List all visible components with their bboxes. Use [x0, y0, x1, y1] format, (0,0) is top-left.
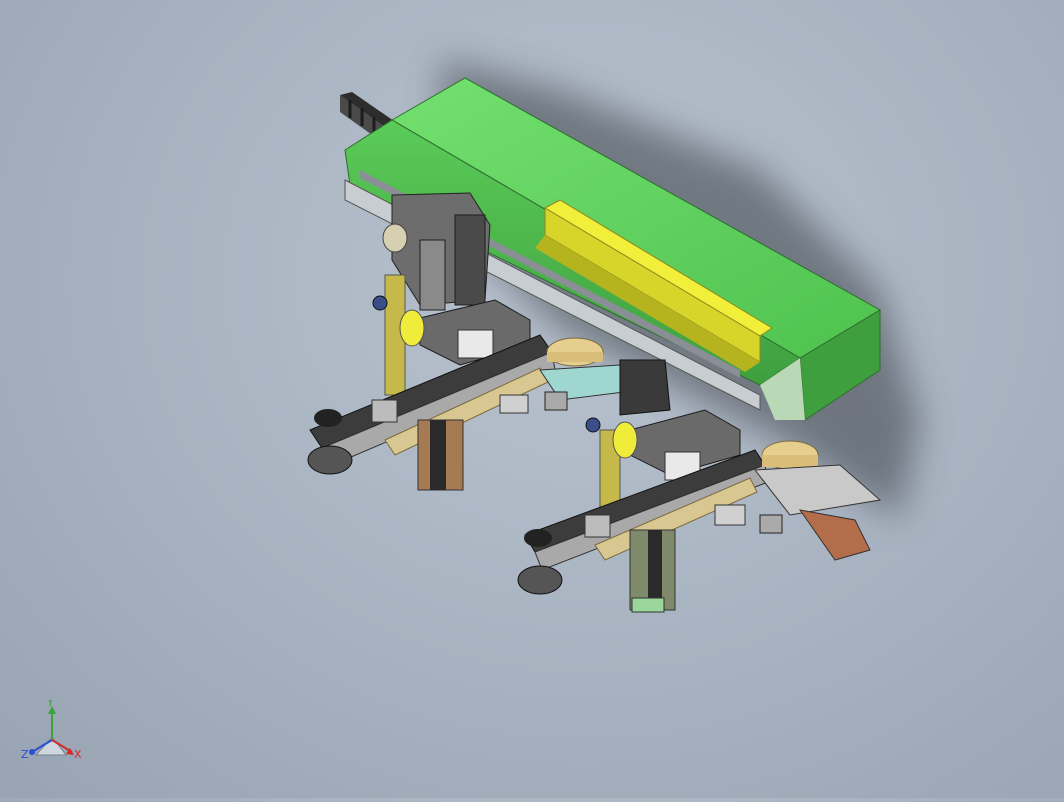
orientation-triad: Y Z X	[18, 696, 88, 770]
assembly-model[interactable]	[0, 0, 1064, 798]
triad-graphic: Y Z X	[21, 696, 82, 761]
cad-viewport[interactable]	[0, 0, 1064, 798]
z-axis-label: Z	[21, 748, 29, 761]
x-axis-label: X	[74, 748, 82, 761]
y-axis-label: Y	[46, 700, 54, 709]
